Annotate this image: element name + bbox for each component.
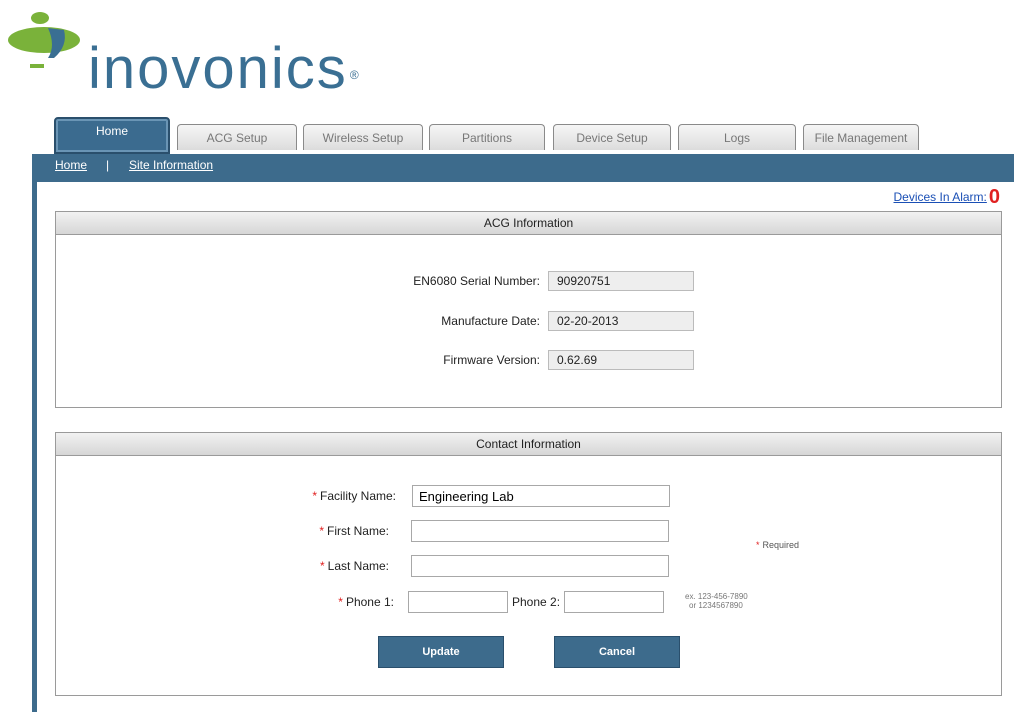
last-name-label: * Last Name:: [319, 559, 389, 573]
last-name-input[interactable]: [411, 555, 669, 577]
acg-information-header: ACG Information: [56, 212, 1001, 235]
tab-logs[interactable]: Logs: [678, 124, 796, 150]
breadcrumb-separator: |: [106, 158, 110, 172]
inovonics-logo: inovonics ®: [8, 6, 368, 106]
acg-information-panel: ACG Information EN6080 Serial Number: 90…: [55, 211, 1002, 408]
phone-format-hint: ex. 123-456-7890 or 1234567890: [685, 592, 748, 610]
logo-text: inovonics: [88, 36, 348, 101]
first-name-label: * First Name:: [319, 524, 389, 538]
contact-information-header: Contact Information: [56, 433, 1001, 456]
alarm-count: 0: [988, 186, 1000, 208]
facility-name-input[interactable]: [412, 485, 670, 507]
tab-wireless-setup[interactable]: Wireless Setup: [303, 124, 423, 150]
first-name-input[interactable]: [411, 520, 669, 542]
devices-in-alarm: Devices In Alarm: 0: [894, 186, 1001, 209]
breadcrumb-site-information-link[interactable]: Site Information: [129, 158, 213, 172]
cancel-button[interactable]: Cancel: [554, 636, 680, 668]
breadcrumb-home-link[interactable]: Home: [55, 158, 87, 172]
serial-number-label: EN6080 Serial Number:: [413, 274, 540, 288]
tab-device-setup[interactable]: Device Setup: [553, 124, 671, 150]
tab-acg-setup[interactable]: ACG Setup: [177, 124, 297, 150]
logo-registered-mark: ®: [349, 68, 361, 82]
phone-2-input[interactable]: [564, 591, 665, 613]
inovonics-logo-icon: [8, 12, 80, 68]
main-tabs: Home ACG Setup Wireless Setup Partitions…: [0, 114, 1014, 154]
firmware-version-value: 0.62.69: [548, 350, 694, 370]
firmware-version-label: Firmware Version:: [443, 353, 540, 367]
phone-1-label: * Phone 1:: [338, 595, 394, 609]
serial-number-value: 90920751: [548, 271, 694, 291]
breadcrumb: Home | Site Information: [32, 154, 1014, 182]
devices-in-alarm-link[interactable]: Devices In Alarm:: [894, 190, 987, 204]
phone-1-input[interactable]: [408, 591, 508, 613]
left-accent-bar: [32, 182, 37, 712]
contact-information-panel: Contact Information *Facility Name: *Fir…: [55, 432, 1002, 696]
logo-wordmark: inovonics ®: [88, 40, 361, 98]
phone-2-label: Phone 2:: [512, 595, 561, 609]
tab-file-management[interactable]: File Management: [803, 124, 919, 150]
manufacture-date-label: Manufacture Date:: [441, 314, 540, 328]
manufacture-date-value: 02-20-2013: [548, 311, 694, 331]
required-note: * Required: [756, 540, 800, 550]
tab-partitions[interactable]: Partitions: [429, 124, 545, 150]
update-button[interactable]: Update: [378, 636, 504, 668]
tab-home[interactable]: Home: [54, 117, 170, 154]
facility-name-label: * Facility Name:: [312, 489, 396, 503]
